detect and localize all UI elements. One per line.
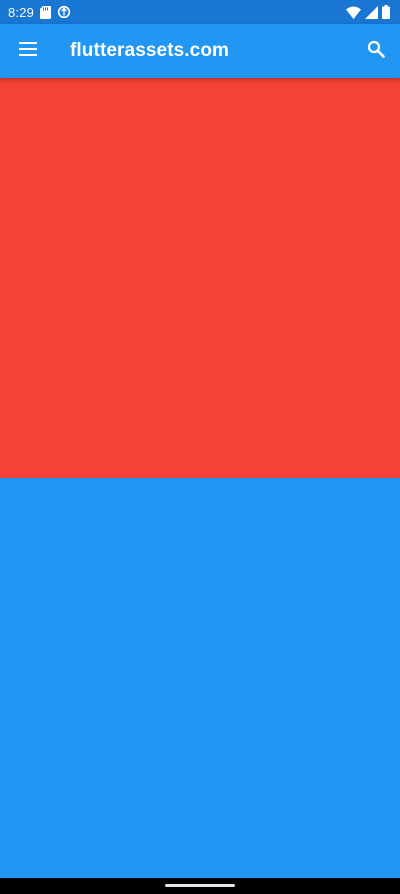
data-saver-icon (57, 5, 71, 19)
status-bar: 8:29 (0, 0, 400, 24)
app-title: flutterassets.com (70, 40, 230, 61)
blue-block (0, 478, 400, 878)
menu-button[interactable] (0, 24, 56, 78)
home-gesture-handle[interactable] (165, 884, 235, 887)
screen: 8:29 flutterassets.com (0, 0, 400, 894)
search-button[interactable] (352, 24, 400, 78)
wifi-icon (346, 6, 361, 19)
menu-icon (19, 41, 37, 61)
sd-card-icon (40, 5, 52, 19)
search-icon (367, 40, 385, 63)
status-right (346, 5, 390, 19)
cell-signal-icon (365, 5, 378, 19)
status-left: 8:29 (8, 5, 71, 20)
status-time: 8:29 (8, 4, 35, 20)
battery-icon (382, 5, 390, 19)
red-block (0, 78, 400, 478)
app-bar: flutterassets.com (0, 24, 400, 78)
